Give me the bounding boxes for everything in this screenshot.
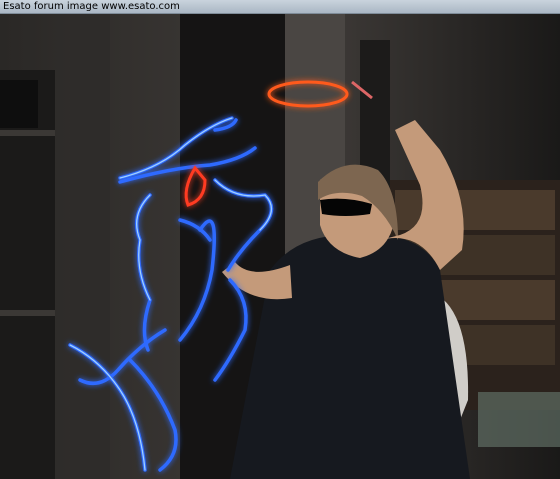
door-frame [70, 14, 110, 479]
left-shelf [0, 70, 55, 479]
watermark-bar: Esato forum image www.esato.com [0, 0, 560, 14]
plastic-box [478, 392, 560, 447]
photo-frame: Esato forum image www.esato.com [0, 0, 560, 479]
photo-scene [0, 14, 560, 479]
watermark-caption: Esato forum image www.esato.com [3, 1, 180, 12]
